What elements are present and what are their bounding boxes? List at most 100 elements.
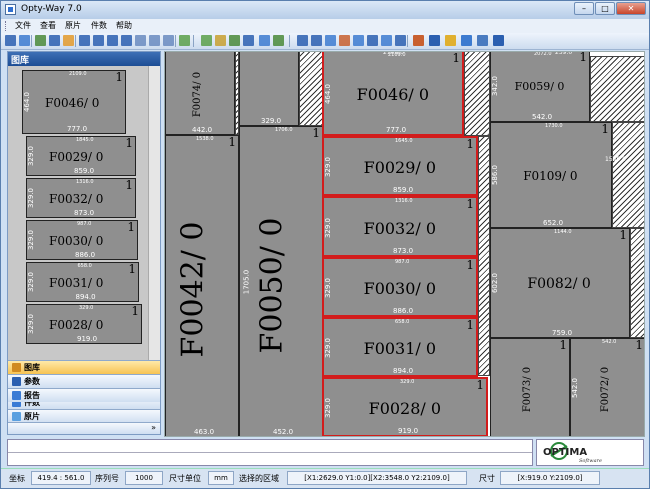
prev-icon[interactable]: [93, 35, 104, 46]
piece-name: F0059/ 0: [514, 80, 565, 94]
library-item[interactable]: F0029/ 0 859.0 1845.0 329.0 1: [26, 136, 136, 176]
print-icon[interactable]: [311, 35, 322, 46]
toolbar-separator: [407, 35, 408, 47]
redo-icon[interactable]: [429, 35, 440, 46]
sheet-piece[interactable]: F0031/ 0 894.0 329.0 658.0 1: [322, 317, 478, 377]
minimize-button[interactable]: –: [574, 2, 594, 15]
sheet-piece[interactable]: F0050/ 0 452.0 1705.0 1706.0 1: [239, 126, 323, 436]
piece-height: 329.0: [324, 277, 333, 299]
library-item-top: 987.0: [77, 221, 92, 227]
library-item[interactable]: F0031/ 0 894.0 658.0 329.0 1: [26, 262, 139, 302]
align-icon[interactable]: [215, 35, 226, 46]
piece-qty: 1: [466, 258, 474, 272]
piece-width: 652.0: [543, 219, 564, 227]
nav-sheets[interactable]: 原片: [8, 409, 160, 423]
move-icon[interactable]: [201, 35, 212, 46]
piece-top: 987.0: [395, 259, 410, 265]
save-icon[interactable]: [5, 35, 16, 46]
toolbar: [1, 33, 649, 50]
library-item-height: 329.0: [27, 145, 36, 167]
flip-icon[interactable]: [243, 35, 254, 46]
nav-more-icon[interactable]: »: [8, 422, 160, 434]
optimize-icon[interactable]: [395, 35, 406, 46]
menu-grip-icon: [5, 21, 7, 31]
sheet-piece[interactable]: F0032/ 0 873.0 329.0 1316.0 1: [322, 196, 478, 257]
sheet-piece[interactable]: F0042/ 0 463.0 1538.0 1: [165, 135, 239, 436]
library-item-height: 464.0: [23, 91, 32, 113]
zoom-in-icon[interactable]: [135, 35, 146, 46]
nav-report[interactable]: 报告: [8, 388, 160, 402]
piece-qty: 1: [312, 126, 320, 140]
sheet-piece[interactable]: F0082/ 0 759.0 602.0 1144.0 1: [490, 228, 630, 338]
layout-canvas[interactable]: F0074/ 0 442.0 F0042/ 0 463.0 1538.0 1 329.0 F0…: [164, 51, 645, 437]
sheet-piece[interactable]: F0109/ 0 652.0 586.0 1730.0 1: [490, 122, 612, 228]
dropdown-icon[interactable]: [493, 35, 504, 46]
library-list[interactable]: F0046/ 0 777.0 2109.0 464.0 1 F0029/ 0 859.0 18…: [8, 66, 160, 381]
dimension-label: 2108.0: [383, 51, 404, 56]
sheet-piece[interactable]: F0046/ 0 777.0 464.0 2109.0 1: [322, 51, 464, 136]
export-icon[interactable]: [325, 35, 336, 46]
sheet-piece[interactable]: F0029/ 0 859.0 329.0 1645.0 1: [322, 136, 478, 196]
sheet-piece[interactable]: F0059/ 0 542.0 342.0 2072.0 1: [490, 52, 590, 122]
sheet-piece[interactable]: F0030/ 0 886.0 329.0 987.0 1: [322, 257, 478, 317]
piece-icon[interactable]: [259, 35, 270, 46]
library-item-width: 859.0: [74, 167, 95, 175]
tool-icon[interactable]: [273, 35, 284, 46]
sheet-piece[interactable]: F0073/ 0 1: [490, 338, 570, 436]
last-icon[interactable]: [121, 35, 132, 46]
menu-view[interactable]: 查看: [40, 20, 56, 31]
cut-icon[interactable]: [297, 35, 308, 46]
piece-top: 1144.0: [554, 229, 572, 235]
library-item[interactable]: F0046/ 0 777.0 2109.0 464.0 1: [22, 70, 126, 134]
piece-top: 1706.0: [275, 127, 293, 133]
library-vscrollbar[interactable]: [148, 66, 160, 381]
rotate-icon[interactable]: [229, 35, 240, 46]
zoom-out-icon[interactable]: [149, 35, 160, 46]
view-icon[interactable]: [49, 35, 60, 46]
sheet-piece[interactable]: F0074/ 0 442.0: [165, 52, 235, 135]
menu-pieces[interactable]: 件数: [91, 20, 107, 31]
sheet-piece[interactable]: 329.0: [239, 52, 299, 126]
first-icon[interactable]: [79, 35, 90, 46]
layout-icon[interactable]: [179, 35, 190, 46]
nav-library[interactable]: 图库: [8, 360, 160, 374]
panel-icon[interactable]: [367, 35, 378, 46]
coord-label: 坐标: [9, 474, 25, 483]
piece-top: 1316.0: [395, 198, 413, 204]
piece-qty: 1: [452, 51, 460, 65]
nav-params[interactable]: 参数: [8, 374, 160, 388]
menu-bar: 文件 查看 原片 件数 帮助: [1, 19, 649, 33]
grid-icon[interactable]: [353, 35, 364, 46]
library-item[interactable]: F0030/ 0 886.0 987.0 329.0 1: [26, 220, 138, 260]
piece-name: F0032/ 0: [363, 218, 437, 238]
piece-width: 452.0: [273, 428, 294, 436]
menu-file[interactable]: 文件: [15, 20, 31, 31]
report-icon: [12, 391, 21, 400]
undo-icon[interactable]: [413, 35, 424, 46]
fit-icon[interactable]: [163, 35, 174, 46]
library-item-width: 886.0: [75, 251, 96, 259]
piece-qty: 1: [466, 197, 474, 211]
piece-height: 464.0: [324, 83, 333, 105]
close-button[interactable]: ✕: [616, 2, 646, 15]
frame-icon[interactable]: [63, 35, 74, 46]
window-title: Opty-Way 7.0: [21, 4, 82, 14]
library-item[interactable]: F0028/ 0 919.0 329.0 329.0 1: [26, 304, 142, 344]
menu-sheet[interactable]: 原片: [65, 20, 81, 31]
settings-icon[interactable]: [339, 35, 350, 46]
menu-help[interactable]: 帮助: [116, 20, 132, 31]
maximize-button[interactable]: □: [595, 2, 615, 15]
table-icon[interactable]: [461, 35, 472, 46]
save-as-icon[interactable]: [19, 35, 30, 46]
area-label: 选择的区域: [239, 474, 279, 483]
library-item-height: 329.0: [27, 313, 36, 335]
sheet-piece[interactable]: F0028/ 0 919.0 329.0 329.0 1: [322, 377, 488, 436]
library-item-qty: 1: [131, 304, 139, 318]
next-icon[interactable]: [107, 35, 118, 46]
report-icon[interactable]: [477, 35, 488, 46]
open-icon[interactable]: [35, 35, 46, 46]
library-item[interactable]: F0032/ 0 873.0 1316.0 329.0 1: [26, 178, 136, 218]
sheet-piece[interactable]: F0072/ 0 542.0 542.0 1: [570, 338, 644, 436]
light-icon[interactable]: [445, 35, 456, 46]
report-icon[interactable]: [381, 35, 392, 46]
